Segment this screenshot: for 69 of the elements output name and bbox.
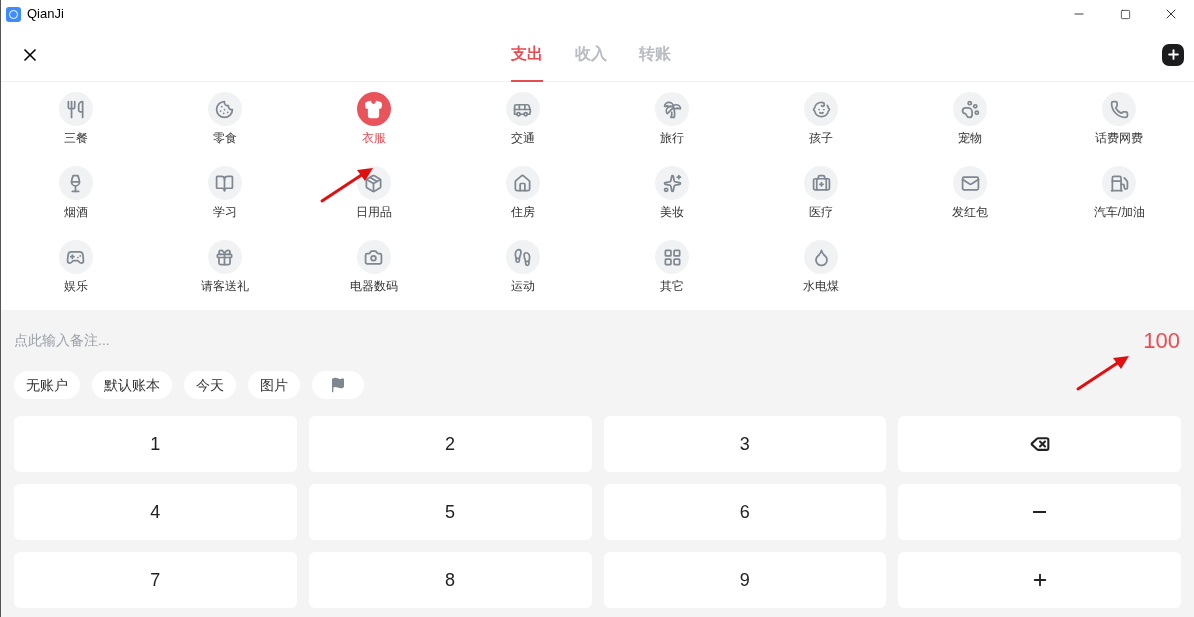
house-icon [505,166,540,200]
plus-key[interactable] [898,552,1181,608]
flag-icon [330,377,346,393]
window-title: QianJi [27,5,64,24]
fuel-pump-icon [1102,166,1137,200]
backspace-key[interactable] [898,416,1181,472]
number-key[interactable]: 2 [308,416,592,472]
category-item[interactable]: 学习 [150,166,300,240]
number-key[interactable]: 1 [14,416,297,472]
category-item[interactable]: 运动 [448,240,598,314]
number-key[interactable]: 9 [603,552,887,608]
annotation-arrow [319,166,375,204]
category-item[interactable]: 电器数码 [299,240,449,314]
envelope-icon [953,166,988,200]
maximize-icon [1119,8,1131,20]
category-item[interactable]: 汽车/加油 [1044,166,1194,240]
flag-button[interactable] [312,371,364,399]
grid-icon [655,240,690,274]
option-chip[interactable]: 今天 [184,371,236,399]
annotation-arrow [1075,354,1131,392]
category-item[interactable]: 住房 [448,166,598,240]
option-chip[interactable]: 无账户 [14,371,80,399]
amount-display: 100 [1143,326,1180,355]
medical-kit-icon [804,166,839,200]
tab[interactable]: 支出 [511,28,543,82]
category-item[interactable]: 交通 [448,92,598,166]
option-chip[interactable]: 默认账本 [92,371,172,399]
cookie-icon [207,92,242,126]
child-face-icon [804,92,839,126]
drop-icon [804,240,839,274]
phone-icon [1102,92,1137,126]
gift-icon [207,240,242,274]
number-key[interactable]: 4 [14,484,297,540]
category-item[interactable]: 烟酒 [1,166,151,240]
category-item[interactable]: 零食 [150,92,300,166]
category-item[interactable]: 衣服 [299,92,449,166]
game-icon [58,240,93,274]
category-item[interactable]: 其它 [597,240,747,314]
app-logo-icon [6,6,21,22]
category-item[interactable]: 话费网费 [1044,92,1194,166]
number-key[interactable]: 3 [603,416,887,472]
backspace-icon [1029,434,1050,454]
number-key[interactable]: 5 [308,484,592,540]
bus-icon [505,92,540,126]
category-item[interactable]: 水电煤 [746,240,896,314]
category-item[interactable]: 孩子 [746,92,896,166]
utensils-icon [58,92,93,126]
camera-icon [356,240,391,274]
plus-icon [1165,47,1181,62]
book-icon [207,166,242,200]
shirt-icon [356,92,391,126]
paw-icon [953,92,988,126]
category-item[interactable]: 三餐 [1,92,151,166]
number-key[interactable]: 8 [308,552,592,608]
category-item[interactable]: 请客送礼 [150,240,300,314]
number-key[interactable]: 7 [14,552,297,608]
category-item[interactable]: 旅行 [597,92,747,166]
category-item[interactable]: 美妆 [597,166,747,240]
category-item[interactable]: 宠物 [895,92,1045,166]
category-item[interactable]: 发红包 [895,166,1045,240]
number-key[interactable]: 6 [603,484,887,540]
option-chip[interactable]: 图片 [248,371,300,399]
minus-icon [1033,510,1047,514]
add-button[interactable] [1162,43,1184,66]
category-item[interactable]: 医疗 [746,166,896,240]
note-field[interactable]: 点此输入备注... [14,329,1144,351]
category-item[interactable]: 娱乐 [1,240,151,314]
palm-tree-icon [655,92,690,126]
minus-key[interactable] [898,484,1181,540]
